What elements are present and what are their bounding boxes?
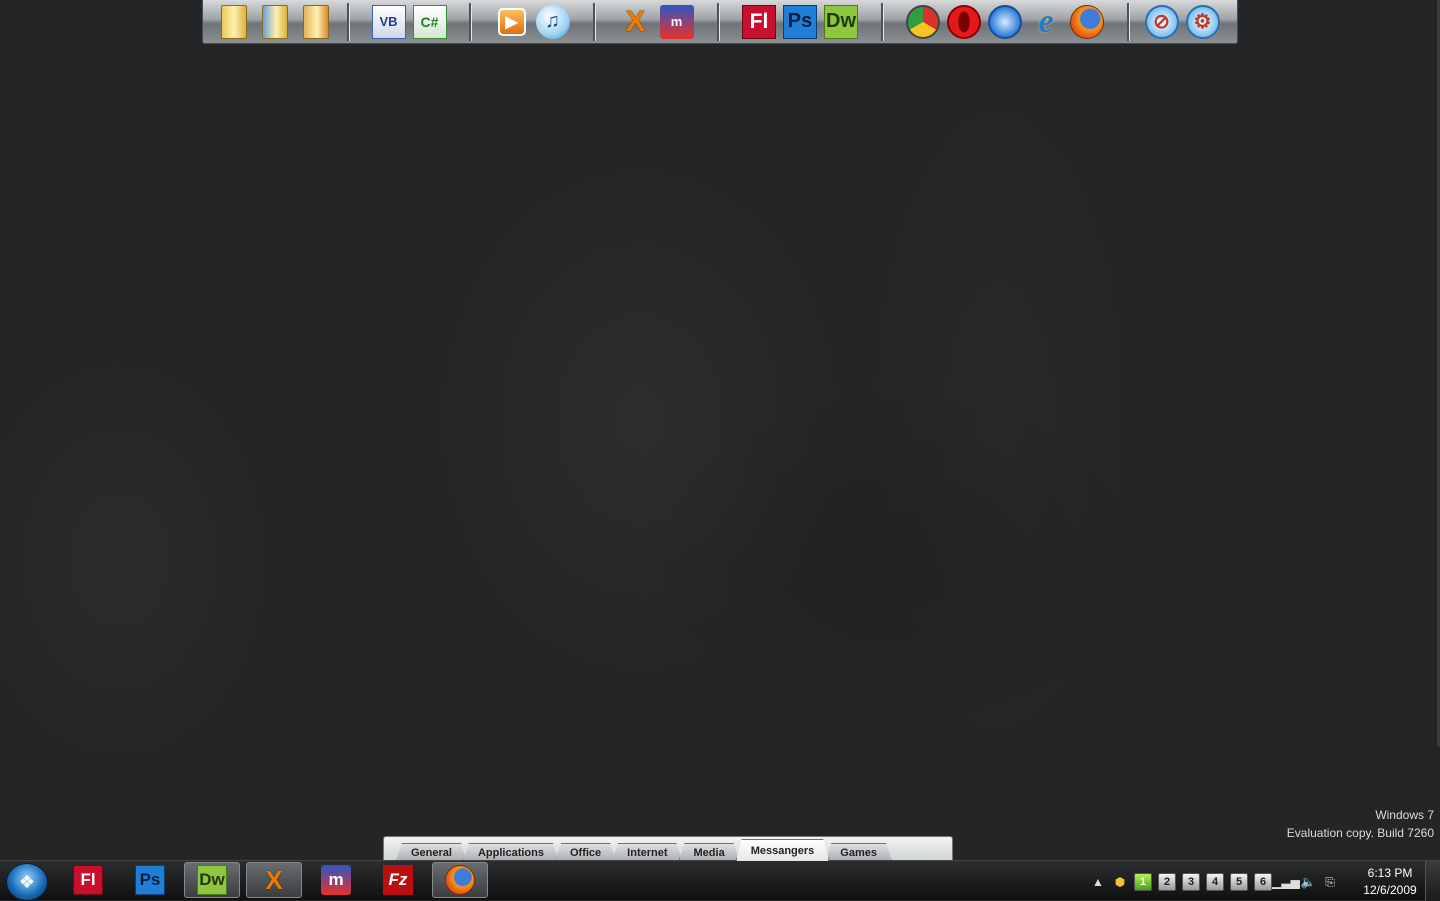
- windows-logo-icon: ❖: [18, 871, 36, 892]
- show-hidden-icons-button[interactable]: ▲: [1090, 874, 1106, 890]
- dock-item-folder[interactable]: [215, 4, 253, 40]
- dock-item-internet-explorer[interactable]: e: [1027, 2, 1065, 40]
- taskbar-item-firefox[interactable]: [432, 862, 488, 898]
- filezilla-icon: Fz: [383, 865, 413, 895]
- dock-item-mirc[interactable]: m: [658, 4, 696, 40]
- dreamweaver-icon: Dw: [197, 865, 227, 895]
- dock-group-folders: [203, 2, 349, 41]
- taskbar-item-filezilla[interactable]: Fz: [370, 862, 426, 898]
- taskbar-item-photoshop[interactable]: Ps: [122, 862, 178, 898]
- taskbar-item-flash[interactable]: Fl: [60, 862, 116, 898]
- tab-office[interactable]: Office: [555, 843, 616, 861]
- application-dock: VB C# ▶ ♫ X m Fl Ps Dw e ⊘ ⚙: [202, 0, 1238, 44]
- dock-category-tabs: General Applications Office Internet Med…: [383, 836, 953, 861]
- photoshop-icon: Ps: [783, 4, 817, 39]
- internet-explorer-icon: e: [1038, 2, 1054, 40]
- virtual-desktop-4[interactable]: 4: [1206, 873, 1224, 891]
- dock-item-xchat[interactable]: X: [617, 4, 655, 40]
- tab-media[interactable]: Media: [679, 843, 740, 861]
- dock-item-opera[interactable]: [945, 4, 983, 40]
- folder-documents-icon: [262, 4, 288, 39]
- taskbar: ❖ Fl Ps Dw X m Fz ▲ ⬢ 1 2 3 4 5 6 ▁▃▅ 🔈 …: [0, 860, 1440, 901]
- dock-item-documents[interactable]: [256, 4, 294, 40]
- tab-games[interactable]: Games: [825, 843, 892, 861]
- dock-item-dreamweaver[interactable]: Dw: [822, 4, 860, 40]
- xchat-icon: X: [265, 864, 283, 895]
- dock-item-visual-basic[interactable]: VB: [370, 4, 408, 40]
- dock-item-network-settings[interactable]: ⚙: [1184, 4, 1222, 40]
- desktop-wallpaper: [0, 0, 1440, 860]
- virtual-desktop-1[interactable]: 1: [1134, 873, 1152, 891]
- mirc-icon: m: [321, 865, 351, 895]
- network-disconnect-icon: ⊘: [1144, 4, 1179, 39]
- dock-group-media: ▶ ♫: [471, 2, 595, 41]
- dock-group-tools: ⊘ ⚙: [1129, 3, 1235, 41]
- opera-icon: [947, 4, 981, 39]
- start-button[interactable]: ❖: [6, 863, 48, 901]
- dock-item-media-player[interactable]: ▶: [493, 4, 531, 40]
- network-signal-icon[interactable]: ▁▃▅: [1272, 874, 1300, 890]
- firefox-icon: [1070, 4, 1104, 39]
- volume-icon[interactable]: 🔈: [1300, 874, 1316, 890]
- clock-time: 6:13 PM: [1367, 866, 1413, 880]
- safari-icon: [988, 4, 1022, 39]
- virtual-desktop-6[interactable]: 6: [1254, 873, 1272, 891]
- windows-media-player-icon: ▶: [497, 7, 526, 36]
- taskbar-item-dreamweaver[interactable]: Dw: [184, 862, 240, 898]
- dock-group-development: VB C#: [349, 2, 471, 41]
- xchat-icon: X: [625, 4, 646, 38]
- dock-item-firefox[interactable]: [1068, 4, 1106, 40]
- dock-item-visual-csharp[interactable]: C#: [411, 4, 449, 40]
- dock-group-browsers: e: [883, 2, 1129, 41]
- tab-applications[interactable]: Applications: [463, 843, 559, 861]
- windows-watermark: Windows 7 Evaluation copy. Build 7260: [1287, 806, 1434, 842]
- security-shield-icon[interactable]: ⬢: [1112, 874, 1128, 890]
- visual-csharp-icon: C#: [412, 4, 447, 39]
- taskbar-item-xchat[interactable]: X: [246, 862, 302, 898]
- dock-item-chrome[interactable]: [904, 4, 942, 40]
- system-tray: ▲ ⬢ 1 2 3 4 5 6 ▁▃▅ 🔈 ⎘: [1090, 871, 1338, 893]
- watermark-os-name: Windows 7: [1375, 808, 1434, 822]
- dock-item-photoshop[interactable]: Ps: [781, 4, 819, 40]
- taskbar-clock[interactable]: 6:13 PM 12/6/2009: [1356, 865, 1424, 899]
- dock-group-messengers: X m: [595, 2, 719, 41]
- flash-icon: Fl: [742, 4, 776, 39]
- dreamweaver-icon: Dw: [824, 4, 858, 39]
- dock-item-music[interactable]: [297, 4, 335, 40]
- chrome-icon: [906, 4, 940, 39]
- virtual-desktop-3[interactable]: 3: [1182, 873, 1200, 891]
- photoshop-icon: Ps: [135, 865, 165, 895]
- folder-music-icon: [303, 4, 329, 39]
- dock-item-safari[interactable]: [986, 4, 1024, 40]
- visual-basic-icon: VB: [371, 4, 406, 39]
- clock-date: 12/6/2009: [1363, 883, 1417, 897]
- show-desktop-button[interactable]: [1425, 861, 1440, 901]
- virtual-desktop-5[interactable]: 5: [1230, 873, 1248, 891]
- tab-messangers[interactable]: Messangers: [736, 839, 830, 861]
- mirc-icon: m: [659, 4, 694, 39]
- folder-icon: [221, 4, 247, 39]
- firefox-icon: [445, 865, 475, 895]
- tab-general[interactable]: General: [396, 843, 467, 861]
- taskbar-item-mirc[interactable]: m: [308, 862, 364, 898]
- dock-item-itunes[interactable]: ♫: [534, 4, 572, 40]
- dock-item-network-disconnect[interactable]: ⊘: [1143, 4, 1181, 40]
- dock-item-flash[interactable]: Fl: [740, 4, 778, 40]
- itunes-icon: ♫: [535, 4, 570, 39]
- network-settings-icon: ⚙: [1185, 4, 1220, 39]
- tab-internet[interactable]: Internet: [612, 843, 682, 861]
- power-icon[interactable]: ⎘: [1322, 874, 1338, 890]
- flash-icon: Fl: [73, 865, 103, 895]
- virtual-desktop-2[interactable]: 2: [1158, 873, 1176, 891]
- dock-group-adobe: Fl Ps Dw: [719, 2, 883, 41]
- watermark-build: Evaluation copy. Build 7260: [1286, 826, 1434, 840]
